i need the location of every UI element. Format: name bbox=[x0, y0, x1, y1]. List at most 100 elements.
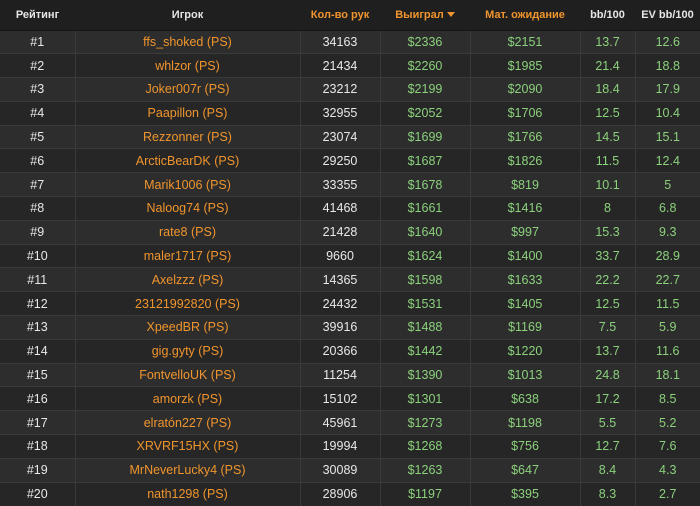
won-cell: $1390 bbox=[379, 362, 470, 387]
rank-cell: #3 bbox=[0, 77, 75, 102]
table-row: #11 Axelzzz (PS) 14365 $1598 $1633 22.2 22.7 bbox=[0, 267, 700, 292]
evbb100-cell: 28.9 bbox=[634, 243, 700, 268]
ev-cell: $997 bbox=[469, 219, 580, 245]
rank-cell: #2 bbox=[0, 53, 75, 78]
table-row: #12 23121992820 (PS) 24432 $1531 $1405 12.5 11… bbox=[0, 291, 700, 316]
player-link[interactable]: MrNeverLucky4 (PS) bbox=[74, 457, 300, 483]
bb100-cell: 12.5 bbox=[579, 100, 635, 126]
won-cell: $1661 bbox=[379, 196, 470, 221]
table-row: #8 Naloog74 (PS) 41468 $1661 $1416 8 6.8 bbox=[0, 196, 700, 221]
hands-cell: 24432 bbox=[299, 291, 380, 316]
player-link[interactable]: Rezzonner (PS) bbox=[74, 124, 300, 149]
ev-cell: $395 bbox=[469, 481, 580, 506]
hands-cell: 20366 bbox=[299, 338, 380, 364]
table-row: #1 ffs_shoked (PS) 34163 $2336 $2151 13.7 12.6 bbox=[0, 29, 700, 54]
bb100-cell: 24.8 bbox=[579, 362, 635, 387]
bb100-cell: 22.2 bbox=[579, 267, 635, 292]
player-link[interactable]: maler1717 (PS) bbox=[74, 243, 300, 268]
player-link[interactable]: Paapillon (PS) bbox=[74, 100, 300, 126]
table-row: #5 Rezzonner (PS) 23074 $1699 $1766 14.5 15.1 bbox=[0, 124, 700, 149]
evbb100-cell: 10.4 bbox=[634, 100, 700, 126]
player-link[interactable]: nath1298 (PS) bbox=[74, 481, 300, 506]
rank-cell: #8 bbox=[0, 196, 75, 221]
column-header-hands[interactable]: Кол-во рук bbox=[300, 0, 380, 31]
hands-cell: 19994 bbox=[299, 434, 380, 459]
player-link[interactable]: XRVRF15HX (PS) bbox=[74, 434, 300, 459]
hands-cell: 15102 bbox=[299, 386, 380, 411]
hands-cell: 21428 bbox=[299, 219, 380, 245]
bb100-cell: 15.3 bbox=[579, 219, 635, 245]
player-link[interactable]: elratón227 (PS) bbox=[74, 410, 300, 435]
ev-cell: $2151 bbox=[469, 29, 580, 54]
player-link[interactable]: rate8 (PS) bbox=[74, 219, 300, 245]
hands-cell: 23212 bbox=[299, 77, 380, 102]
won-cell: $1197 bbox=[379, 481, 470, 506]
hands-cell: 21434 bbox=[299, 53, 380, 78]
bb100-cell: 14.5 bbox=[579, 124, 635, 149]
player-link[interactable]: ArcticBearDK (PS) bbox=[74, 148, 300, 173]
bb100-cell: 8.4 bbox=[579, 457, 635, 483]
player-link[interactable]: FontvelloUK (PS) bbox=[74, 362, 300, 387]
table-row: #15 FontvelloUK (PS) 11254 $1390 $1013 24.8 18… bbox=[0, 362, 700, 387]
evbb100-cell: 15.1 bbox=[634, 124, 700, 149]
bb100-cell: 21.4 bbox=[579, 53, 635, 78]
rank-cell: #6 bbox=[0, 148, 75, 173]
won-cell: $1301 bbox=[379, 386, 470, 411]
won-cell: $2336 bbox=[379, 29, 470, 54]
ev-cell: $647 bbox=[469, 457, 580, 483]
table-row: #4 Paapillon (PS) 32955 $2052 $1706 12.5 10.4 bbox=[0, 100, 700, 126]
evbb100-cell: 11.5 bbox=[634, 291, 700, 316]
rank-cell: #12 bbox=[0, 291, 75, 316]
ev-cell: $1766 bbox=[469, 124, 580, 149]
player-link[interactable]: 23121992820 (PS) bbox=[74, 291, 300, 316]
player-link[interactable]: Marik1006 (PS) bbox=[74, 172, 300, 197]
ev-cell: $1633 bbox=[469, 267, 580, 292]
player-link[interactable]: Axelzzz (PS) bbox=[74, 267, 300, 292]
bb100-cell: 8 bbox=[579, 196, 635, 221]
hands-cell: 30089 bbox=[299, 457, 380, 483]
table-row: #20 nath1298 (PS) 28906 $1197 $395 8.3 2.7 bbox=[0, 481, 700, 506]
column-header-rank[interactable]: Рейтинг bbox=[0, 0, 75, 31]
ev-cell: $1220 bbox=[469, 338, 580, 364]
evbb100-cell: 18.8 bbox=[634, 53, 700, 78]
player-link[interactable]: XpeedBR (PS) bbox=[74, 315, 300, 340]
leaderboard-table: Рейтинг Игрок Кол-во рук Выиграл Мат. ож… bbox=[0, 0, 700, 506]
ev-cell: $756 bbox=[469, 434, 580, 459]
table-row: #6 ArcticBearDK (PS) 29250 $1687 $1826 11.5 12… bbox=[0, 148, 700, 173]
column-header-ev[interactable]: Мат. ожидание bbox=[470, 0, 580, 31]
ev-cell: $1985 bbox=[469, 53, 580, 78]
player-link[interactable]: whlzor (PS) bbox=[74, 53, 300, 78]
hands-cell: 29250 bbox=[299, 148, 380, 173]
won-cell: $1268 bbox=[379, 434, 470, 459]
column-header-evbb100[interactable]: EV bb/100 bbox=[635, 0, 700, 31]
rank-cell: #18 bbox=[0, 434, 75, 459]
hands-cell: 45961 bbox=[299, 410, 380, 435]
hands-cell: 32955 bbox=[299, 100, 380, 126]
won-cell: $1687 bbox=[379, 148, 470, 173]
player-link[interactable]: Naloog74 (PS) bbox=[74, 196, 300, 221]
table-row: #2 whlzor (PS) 21434 $2260 $1985 21.4 18.8 bbox=[0, 53, 700, 78]
evbb100-cell: 5 bbox=[634, 172, 700, 197]
player-link[interactable]: ffs_shoked (PS) bbox=[74, 29, 300, 54]
evbb100-cell: 7.6 bbox=[634, 434, 700, 459]
player-link[interactable]: Joker007r (PS) bbox=[74, 77, 300, 102]
evbb100-cell: 8.5 bbox=[634, 386, 700, 411]
rank-cell: #9 bbox=[0, 219, 75, 245]
column-header-bb100[interactable]: bb/100 bbox=[580, 0, 635, 31]
table-row: #9 rate8 (PS) 21428 $1640 $997 15.3 9.3 bbox=[0, 219, 700, 245]
table-row: #13 XpeedBR (PS) 39916 $1488 $1169 7.5 5.9 bbox=[0, 315, 700, 340]
ev-cell: $819 bbox=[469, 172, 580, 197]
evbb100-cell: 5.2 bbox=[634, 410, 700, 435]
player-link[interactable]: amorzk (PS) bbox=[74, 386, 300, 411]
ev-cell: $1416 bbox=[469, 196, 580, 221]
evbb100-cell: 12.4 bbox=[634, 148, 700, 173]
hands-cell: 33355 bbox=[299, 172, 380, 197]
hands-cell: 39916 bbox=[299, 315, 380, 340]
player-link[interactable]: gig.gyty (PS) bbox=[74, 338, 300, 364]
table-row: #3 Joker007r (PS) 23212 $2199 $2090 18.4 17.9 bbox=[0, 77, 700, 102]
bb100-cell: 7.5 bbox=[579, 315, 635, 340]
rank-cell: #13 bbox=[0, 315, 75, 340]
column-header-player[interactable]: Игрок bbox=[75, 0, 300, 31]
column-header-won[interactable]: Выиграл bbox=[380, 0, 470, 31]
evbb100-cell: 9.3 bbox=[634, 219, 700, 245]
